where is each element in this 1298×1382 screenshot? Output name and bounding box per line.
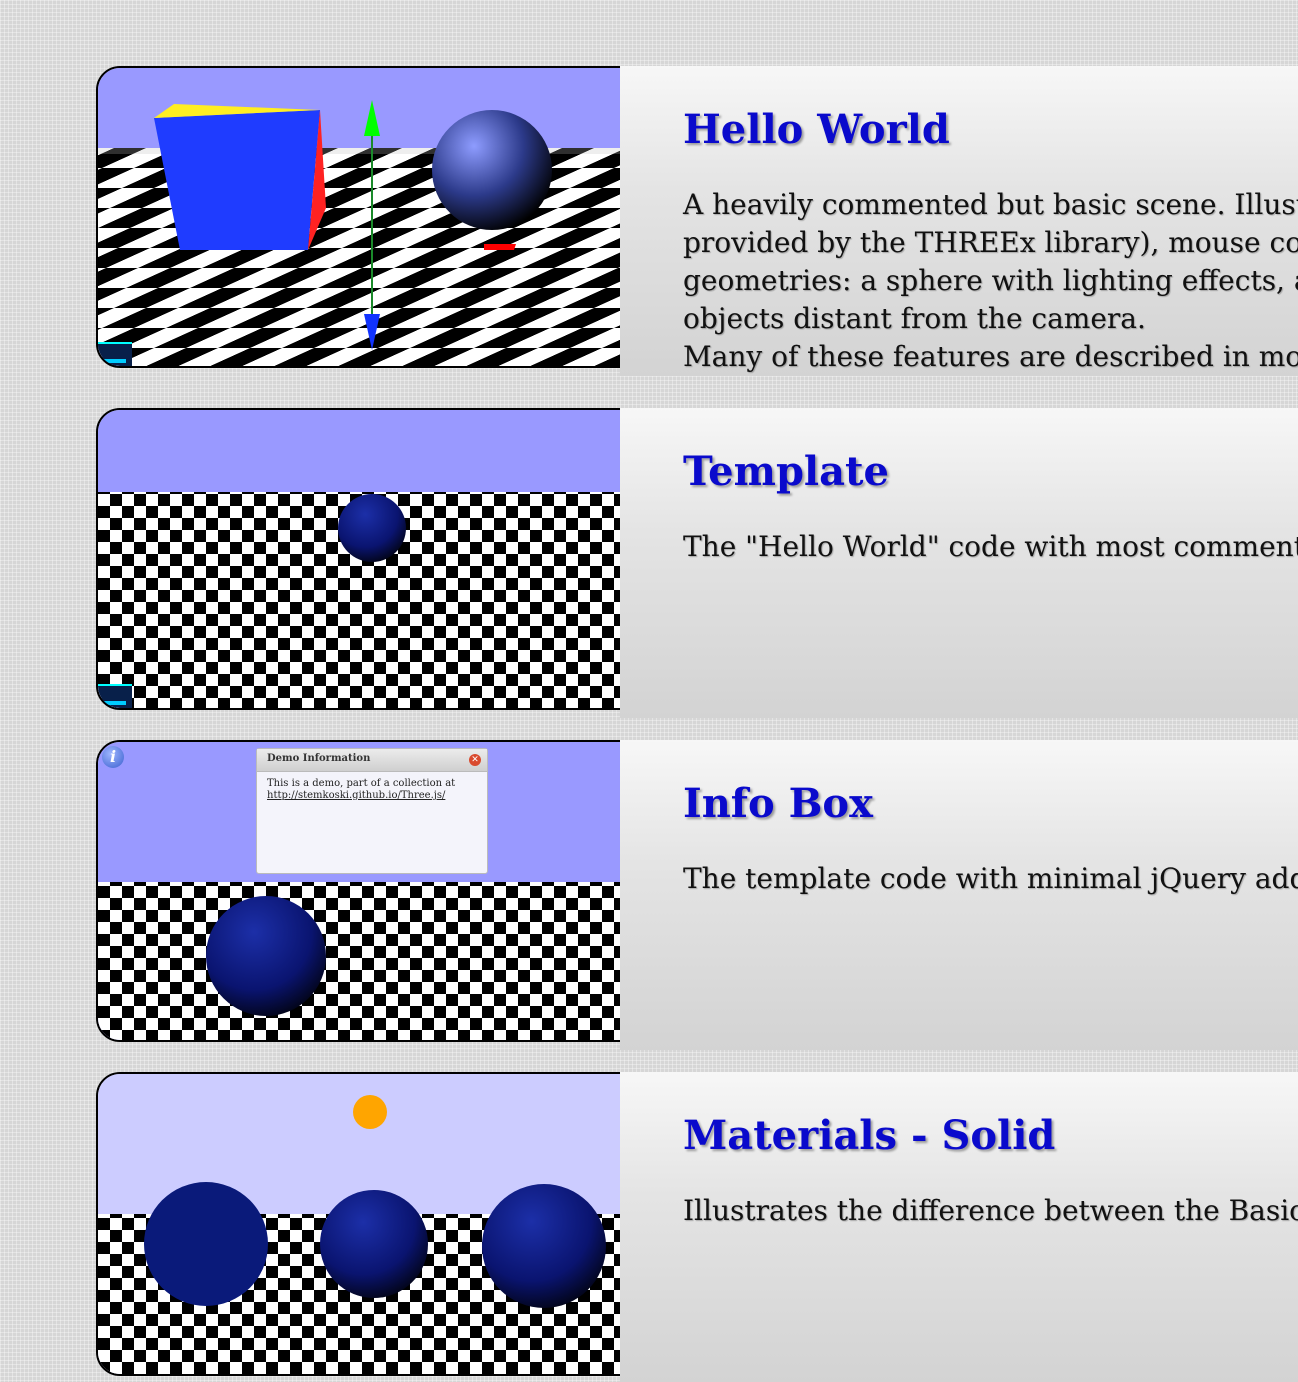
demo-materials-solid: Materials - Solid Illustrates the differ… bbox=[0, 1072, 1298, 1382]
dialog-body: This is a demo, part of a collection at … bbox=[257, 772, 487, 808]
close-icon[interactable]: ✕ bbox=[469, 754, 481, 766]
demo-thumbnail[interactable] bbox=[96, 408, 644, 710]
info-icon[interactable]: i bbox=[102, 746, 124, 768]
demo-panel: Info Box The template code with minimal … bbox=[620, 740, 1298, 1050]
stats-widget bbox=[98, 342, 132, 366]
demo-template: Template The "Hello World" code with mos… bbox=[0, 408, 1298, 718]
demo-title[interactable]: Template bbox=[683, 448, 889, 495]
dialog-title: Demo Information bbox=[267, 753, 371, 764]
demo-panel: Materials - Solid Illustrates the differ… bbox=[620, 1072, 1298, 1382]
demo-thumbnail[interactable] bbox=[96, 1072, 644, 1376]
dialog-link[interactable]: http://stemkoski.github.io/Three.js/ bbox=[267, 790, 477, 802]
demo-hello-world: Hello World A heavily commented but basi… bbox=[0, 66, 1298, 376]
demo-info-box: i Demo Information ✕ This is a demo, par… bbox=[0, 740, 1298, 1050]
demo-title[interactable]: Materials - Solid bbox=[683, 1112, 1055, 1159]
demo-title[interactable]: Info Box bbox=[683, 780, 873, 827]
demo-panel: Hello World A heavily commented but basi… bbox=[620, 66, 1298, 376]
demo-description: The "Hello World" code with most comment bbox=[683, 530, 1298, 563]
demo-thumbnail[interactable]: i Demo Information ✕ This is a demo, par… bbox=[96, 740, 644, 1042]
dialog-header: Demo Information ✕ bbox=[257, 749, 487, 772]
demo-thumbnail[interactable] bbox=[96, 66, 644, 368]
demo-title[interactable]: Hello World bbox=[683, 106, 950, 153]
dialog-text: This is a demo, part of a collection at bbox=[267, 778, 456, 789]
demo-description: A heavily commented but basic scene. Ill… bbox=[683, 188, 1298, 373]
demo-description: The template code with minimal jQuery ad… bbox=[683, 862, 1298, 895]
demo-info-box-dialog: Demo Information ✕ This is a demo, part … bbox=[256, 748, 488, 874]
demo-panel: Template The "Hello World" code with mos… bbox=[620, 408, 1298, 718]
demo-description: Illustrates the difference between the B… bbox=[683, 1194, 1298, 1227]
stats-widget bbox=[98, 684, 132, 708]
